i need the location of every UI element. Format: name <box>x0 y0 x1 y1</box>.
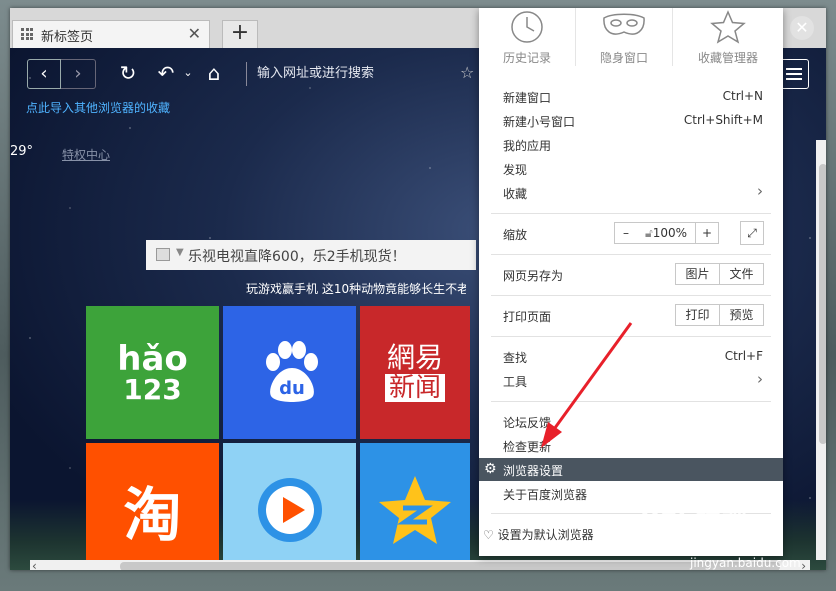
baidu-jingyan-watermark: Bai 经验 <box>640 498 748 528</box>
watermark-url: jingyan.baidu.com <box>690 556 801 570</box>
